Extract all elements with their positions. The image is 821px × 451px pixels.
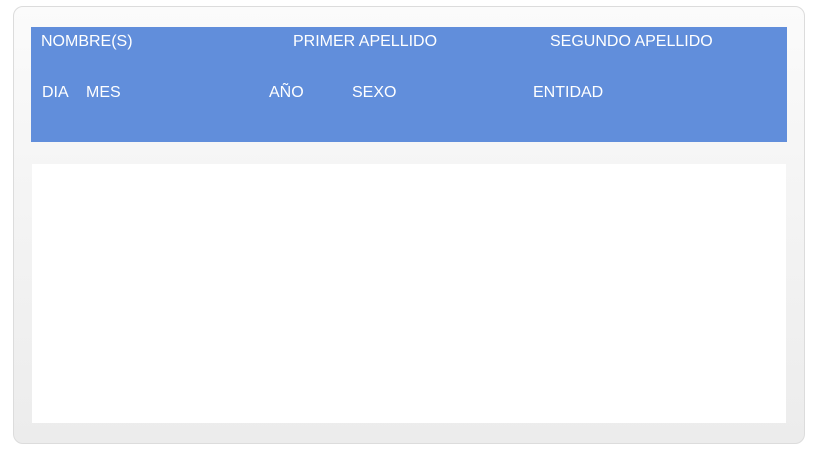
anio-label: AÑO [269,84,304,101]
form-header: NOMBRE(S) PRIMER APELLIDO SEGUNDO APELLI… [31,27,787,142]
nombres-label: NOMBRE(S) [41,33,133,50]
content-panel [32,164,786,423]
primer-apellido-label: PRIMER APELLIDO [293,33,438,50]
dia-label: DIA [42,84,69,101]
segundo-apellido-label: SEGUNDO APELLIDO [550,33,713,50]
sexo-label: SEXO [352,84,397,101]
entidad-label: ENTIDAD [533,84,604,101]
mes-label: MES [86,84,121,101]
